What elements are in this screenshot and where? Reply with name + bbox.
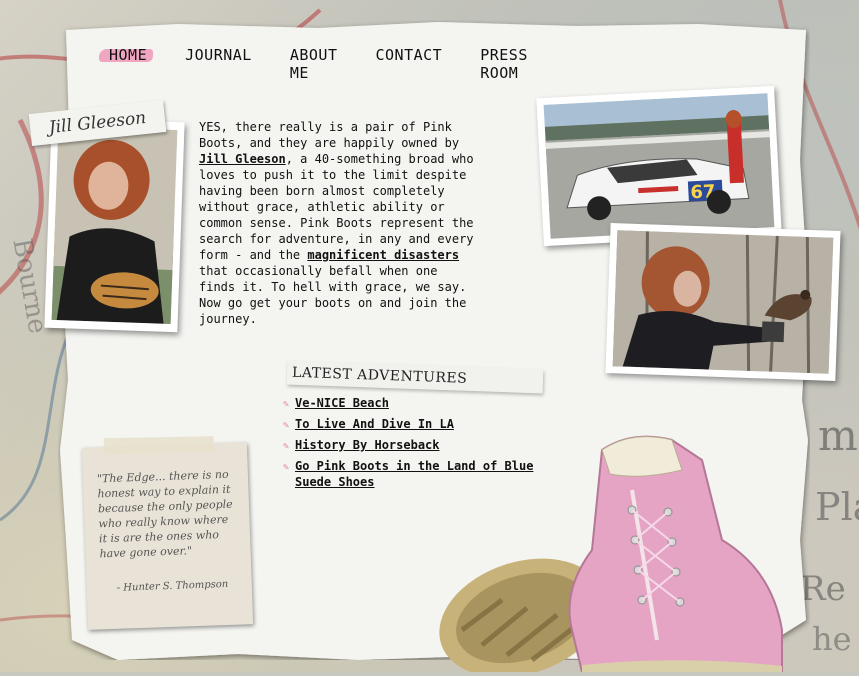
quote-text: "The Edge... there is no honest way to e… — [96, 467, 233, 561]
falconry-photo — [605, 223, 841, 381]
nav-about-me[interactable]: ABOUT ME — [286, 46, 342, 82]
main-nav: HOME JOURNAL ABOUT ME CONTACT PRESS ROOM — [98, 46, 532, 82]
adventure-link-live-and-dive[interactable]: To Live And Dive In LA — [295, 417, 454, 431]
pink-boot-bullet-icon: ✎ — [283, 462, 290, 473]
intro-text: YES, there really is a pair of Pink Boot… — [199, 119, 479, 327]
nav-journal[interactable]: JOURNAL — [181, 46, 256, 82]
intro-part-1: YES, there really is a pair of Pink Boot… — [199, 120, 460, 150]
tape-strip — [103, 436, 214, 455]
svg-text:he: he — [812, 620, 852, 658]
pink-boot-bullet-icon: ✎ — [283, 420, 290, 431]
jill-gleeson-link[interactable]: Jill Gleeson — [199, 152, 286, 166]
quote-note: "The Edge... there is no honest way to e… — [81, 436, 254, 630]
pink-boot-bullet-icon: ✎ — [283, 399, 290, 410]
adventure-link-venice-beach[interactable]: Ve-NICE Beach — [295, 396, 389, 410]
intro-part-3: that occasionally befall when one finds … — [199, 264, 467, 326]
profile-photo — [44, 117, 185, 333]
magnificent-disasters-link[interactable]: magnificent disasters — [307, 248, 459, 262]
race-car-photo: 67 — [536, 85, 782, 247]
quote-author: - Hunter S. Thompson — [116, 578, 229, 594]
nav-contact[interactable]: CONTACT — [372, 46, 447, 82]
svg-text:Pla: Pla — [815, 485, 859, 529]
list-item: ✎ Ve-NICE Beach — [283, 395, 543, 411]
intro-part-2: , a 40-something broad who loves to push… — [199, 152, 474, 262]
pink-boot-bullet-icon: ✎ — [283, 441, 290, 452]
nav-home[interactable]: HOME — [98, 46, 154, 82]
svg-text:mi: mi — [818, 411, 859, 460]
adventure-link-horseback[interactable]: History By Horseback — [295, 438, 440, 452]
nav-press-room[interactable]: PRESS ROOM — [476, 46, 532, 82]
pink-boots-image — [432, 430, 792, 676]
